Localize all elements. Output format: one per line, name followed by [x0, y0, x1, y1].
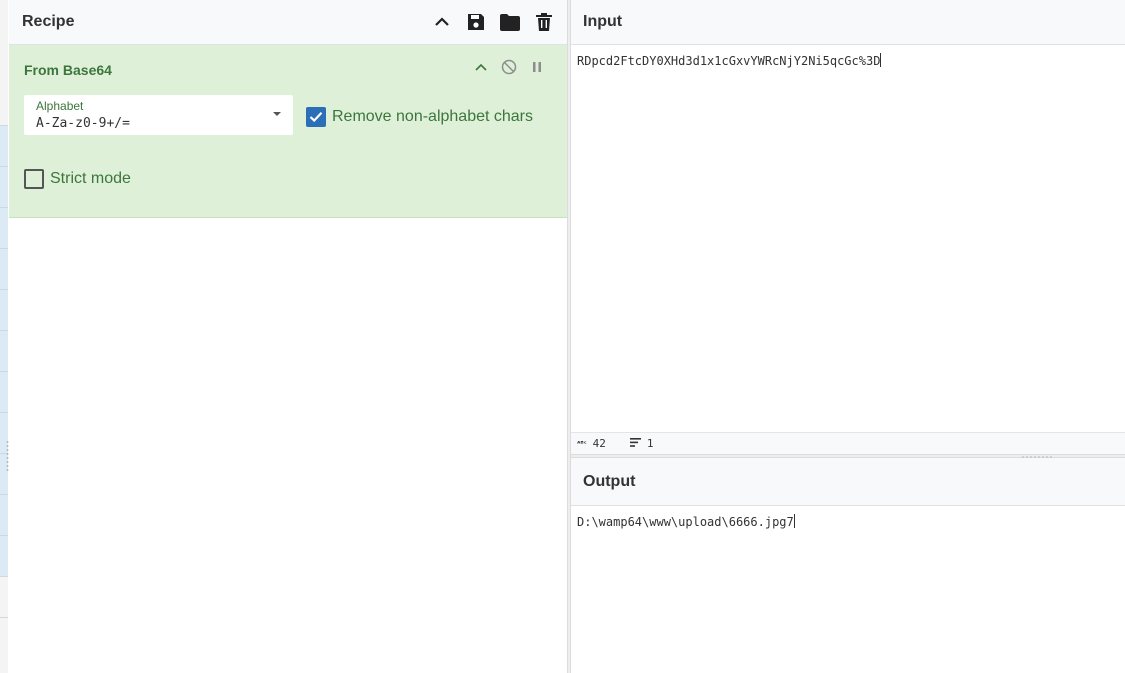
strict-mode-label: Strict mode [50, 170, 131, 187]
input-header: Input [571, 0, 1125, 45]
input-lines: 1 [646, 437, 654, 450]
operation-title: From Base64 [24, 62, 112, 78]
input-text: RDpcd2FtcDY0XHd3d1x1cGxvYWRcNjY2Ni5qcGc%… [577, 54, 881, 68]
input-length: 42 [592, 437, 606, 450]
io-panel: Input RDpcd2FtcDY0XHd3d1x1cGxvYWRcNjY2Ni… [571, 0, 1125, 673]
text-cursor [793, 514, 795, 528]
remove-non-alphabet-label: Remove non-alphabet chars [332, 108, 534, 125]
collapse-icon[interactable] [473, 59, 489, 75]
operations-list-edge [0, 0, 8, 673]
strict-mode-checkbox[interactable]: Strict mode [24, 169, 131, 189]
lines-icon [629, 437, 641, 450]
alphabet-value: A-Za-z0-9+/= [36, 116, 130, 131]
text-cursor [880, 53, 882, 67]
operation-from-base64[interactable]: From Base64 Alphabet A-Za-z0-9+/= Remove… [9, 45, 567, 218]
folder-icon[interactable] [500, 12, 520, 32]
checkbox-checked-icon[interactable] [306, 107, 326, 127]
pause-icon[interactable] [529, 59, 545, 75]
output-text: D:\wamp64\www\upload\6666.jpg7 [577, 515, 794, 529]
recipe-title: Recipe [22, 13, 75, 30]
output-header: Output [571, 458, 1125, 506]
disable-icon[interactable] [501, 59, 517, 75]
input-textarea[interactable]: RDpcd2FtcDY0XHd3d1x1cGxvYWRcNjY2Ni5qcGc%… [571, 45, 1125, 432]
chevron-up-icon[interactable] [432, 12, 452, 32]
alphabet-label: Alphabet [36, 99, 84, 113]
remove-non-alphabet-checkbox[interactable]: Remove non-alphabet chars [306, 107, 533, 127]
input-status-bar: ᴬᴮᶜ 42 1 [571, 432, 1125, 454]
operations-list-selected-edge [0, 125, 8, 577]
output-textarea[interactable]: D:\wamp64\www\upload\6666.jpg7 [571, 506, 1125, 673]
recipe-header: Recipe [9, 0, 567, 45]
recipe-panel: Recipe From Base64 Alphabet A-Za-z0-9+/=… [9, 0, 567, 673]
save-icon[interactable] [466, 12, 486, 32]
checkbox-unchecked-icon[interactable] [24, 169, 44, 189]
input-title: Input [583, 13, 623, 30]
abc-length-icon: ᴬᴮᶜ [577, 439, 587, 448]
alphabet-select[interactable]: Alphabet A-Za-z0-9+/= [24, 95, 293, 135]
trash-icon[interactable] [534, 12, 554, 32]
dropdown-caret-icon [273, 112, 281, 116]
output-title: Output [583, 472, 636, 490]
